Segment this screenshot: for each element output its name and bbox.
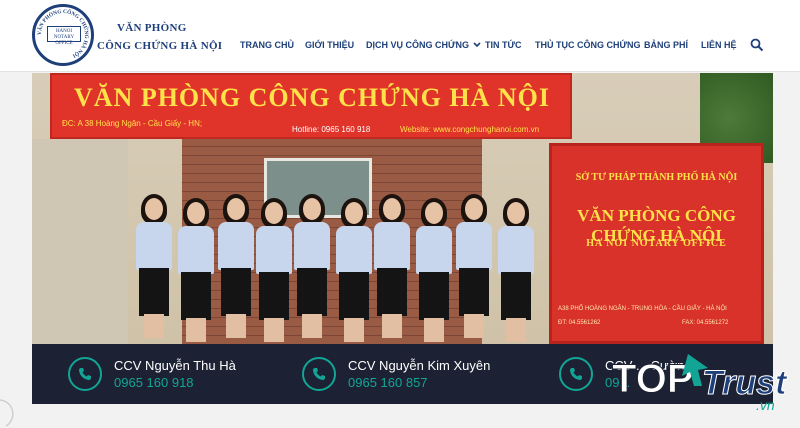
brand-line-2[interactable]: CÔNG CHỨNG HÀ NỘI (97, 40, 222, 52)
face (227, 198, 245, 220)
shirt (136, 222, 172, 270)
plaque-fax: FAX: 04.5561272 (682, 320, 729, 326)
skirt (139, 268, 169, 316)
shirt (374, 222, 410, 270)
contact-name: CCV Nguyễn Thu Hà (114, 358, 236, 373)
staff-member (136, 194, 172, 344)
phone-icon[interactable] (559, 357, 593, 391)
logo-seal[interactable]: VĂN PHÒNG CÔNG CHỨNG HÀ NỘI HANOI NOTARY… (32, 4, 94, 66)
nav-item-procedures[interactable]: THỦ TỤC CÔNG CHỨNG (535, 40, 640, 50)
face (465, 198, 483, 220)
nav-item-about[interactable]: GIỚI THIỆU (305, 40, 354, 50)
staff-member (336, 198, 372, 344)
shirt (294, 222, 330, 270)
nav-item-news[interactable]: TIN TỨC (485, 40, 521, 50)
face (507, 202, 525, 224)
shirt (336, 226, 372, 274)
staff-member (218, 194, 254, 344)
staff-member (498, 198, 534, 344)
contact-name: CCV Nguyễn Kim Xuyên (348, 358, 491, 373)
shirt (218, 222, 254, 270)
legs (382, 314, 402, 338)
signboard-title: VĂN PHÒNG CÔNG CHỨNG HÀ NỘI (74, 83, 550, 112)
skirt (501, 272, 531, 320)
face (145, 198, 163, 220)
svg-text:TOP: TOP (612, 357, 694, 401)
legs (424, 318, 444, 342)
shirt (416, 226, 452, 274)
nav-item-fees[interactable]: BẢNG PHÍ (644, 40, 688, 50)
face (383, 198, 401, 220)
side-scroll-indicator[interactable] (0, 390, 14, 428)
skirt (339, 272, 369, 320)
skirt (377, 268, 407, 316)
staff-member (374, 194, 410, 344)
legs (506, 318, 526, 342)
search-icon[interactable] (750, 38, 764, 52)
legs (344, 318, 364, 342)
staff-member (294, 194, 330, 344)
skirt (297, 268, 327, 316)
nav-item-home[interactable]: TRANG CHỦ (240, 40, 294, 50)
skirt (181, 272, 211, 320)
svg-text:Trust: Trust (702, 364, 788, 402)
skirt (259, 272, 289, 320)
hero-photo: VĂN PHÒNG CÔNG CHỨNG HÀ NỘI ĐC: A 38 Hoà… (32, 73, 773, 344)
nav-item-services[interactable]: DỊCH VỤ CÔNG CHỨNG (366, 40, 481, 50)
contact-phone[interactable]: 0965 160 857 (348, 375, 428, 390)
building-pillar (32, 139, 128, 344)
shirt (178, 226, 214, 274)
signboard-hotline: Hotline: 0965 160 918 (292, 125, 371, 134)
toptrust-watermark: TOP Trust .vn (612, 354, 789, 413)
face (303, 198, 321, 220)
shirt (456, 222, 492, 270)
skirt (419, 272, 449, 320)
signboard-address: ĐC: A 38 Hoàng Ngân - Cầu Giấy - HN; (62, 119, 203, 128)
nav-item-contact[interactable]: LIÊN HỆ (701, 40, 737, 50)
plaque-line-3: HA NOI NOTARY OFFICE (586, 238, 727, 249)
svg-text:.vn: .vn (756, 397, 775, 413)
legs (144, 314, 164, 338)
plaque-line-1: SỞ TƯ PHÁP THÀNH PHỐ HÀ NỘI (575, 172, 738, 183)
contact-phone[interactable]: 0965 160 918 (114, 375, 194, 390)
staff-member (256, 198, 292, 344)
phone-icon[interactable] (68, 357, 102, 391)
face (265, 202, 283, 224)
brand-line-1[interactable]: VĂN PHÒNG (117, 22, 187, 34)
phone-icon[interactable] (302, 357, 336, 391)
legs (302, 314, 322, 338)
legs (464, 314, 484, 338)
face (345, 202, 363, 224)
staff-member (416, 198, 452, 344)
plaque-phone: ĐT: 04.5561262 (558, 320, 601, 326)
skirt (459, 268, 489, 316)
logo-center-text: HANOI NOTARY OFFICE (47, 26, 81, 46)
staff-member (178, 198, 214, 344)
office-signboard: VĂN PHÒNG CÔNG CHỨNG HÀ NỘI ĐC: A 38 Hoà… (50, 73, 572, 139)
shirt (498, 226, 534, 274)
signboard-website: Website: www.congchunghanoi.com.vn (400, 125, 540, 134)
staff-member (456, 194, 492, 344)
office-plaque: SỞ TƯ PHÁP THÀNH PHỐ HÀ NỘI VĂN PHÒNG CÔ… (549, 143, 764, 344)
plaque-address: A38 PHỐ HOÀNG NGÂN - TRUNG HÒA - CẦU GIẤ… (558, 306, 727, 312)
skirt (221, 268, 251, 316)
legs (264, 318, 284, 342)
face (425, 202, 443, 224)
legs (226, 314, 246, 338)
site-header: VĂN PHÒNG CÔNG CHỨNG HÀ NỘI HANOI NOTARY… (0, 0, 800, 72)
shirt (256, 226, 292, 274)
face (187, 202, 205, 224)
chevron-down-icon (473, 41, 481, 50)
legs (186, 318, 206, 342)
